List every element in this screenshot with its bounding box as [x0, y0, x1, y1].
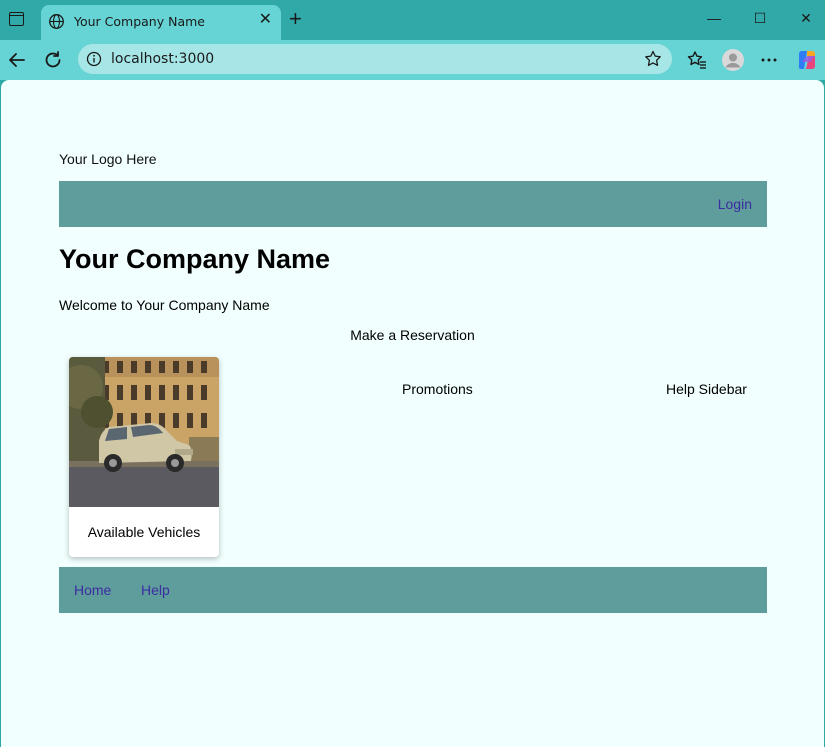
home-link[interactable]: Home — [74, 582, 111, 598]
browser-toolbar: localhost:3000 — [0, 40, 825, 80]
header-nav-bar: Login — [59, 181, 767, 227]
vehicle-card[interactable]: Available Vehicles — [69, 357, 219, 557]
more-icon[interactable] — [757, 48, 781, 72]
logo-text: Your Logo Here — [59, 151, 157, 167]
close-window-icon[interactable]: ✕ — [796, 10, 816, 27]
help-sidebar-text: Help Sidebar — [666, 381, 747, 397]
maximize-icon[interactable]: ☐ — [750, 10, 770, 27]
login-link[interactable]: Login — [718, 196, 752, 212]
copilot-icon[interactable] — [795, 48, 819, 72]
close-icon[interactable]: ✕ — [259, 12, 272, 28]
help-link[interactable]: Help — [141, 582, 170, 598]
page-title: Your Company Name — [59, 244, 331, 274]
welcome-text: Welcome to Your Company Name — [59, 297, 270, 313]
footer-nav-bar: Home Help — [59, 567, 767, 613]
star-icon[interactable] — [643, 49, 663, 69]
reservation-text: Make a Reservation — [350, 327, 475, 343]
tab-title: Your Company Name — [74, 14, 205, 29]
new-tab-icon[interactable]: + — [289, 8, 302, 30]
address-bar[interactable]: localhost:3000 — [78, 44, 672, 74]
window-icon[interactable] — [9, 12, 24, 26]
minimize-icon[interactable]: — — [704, 10, 724, 26]
card-caption: Available Vehicles — [87, 524, 201, 540]
info-icon[interactable] — [86, 51, 102, 67]
globe-icon — [49, 14, 64, 29]
vehicle-image — [69, 357, 219, 507]
url-text: localhost:3000 — [111, 51, 215, 67]
favorites-icon[interactable] — [685, 48, 709, 72]
back-icon[interactable] — [5, 48, 29, 72]
promotions-text: Promotions — [402, 381, 473, 397]
browser-tab[interactable]: Your Company Name ✕ — [41, 5, 281, 40]
page-viewport: Your Logo Here Login Your Company Name W… — [1, 80, 824, 747]
refresh-icon[interactable] — [41, 48, 65, 72]
profile-icon[interactable] — [721, 48, 745, 72]
browser-tab-bar: Your Company Name ✕ + — ☐ ✕ — [0, 0, 825, 40]
